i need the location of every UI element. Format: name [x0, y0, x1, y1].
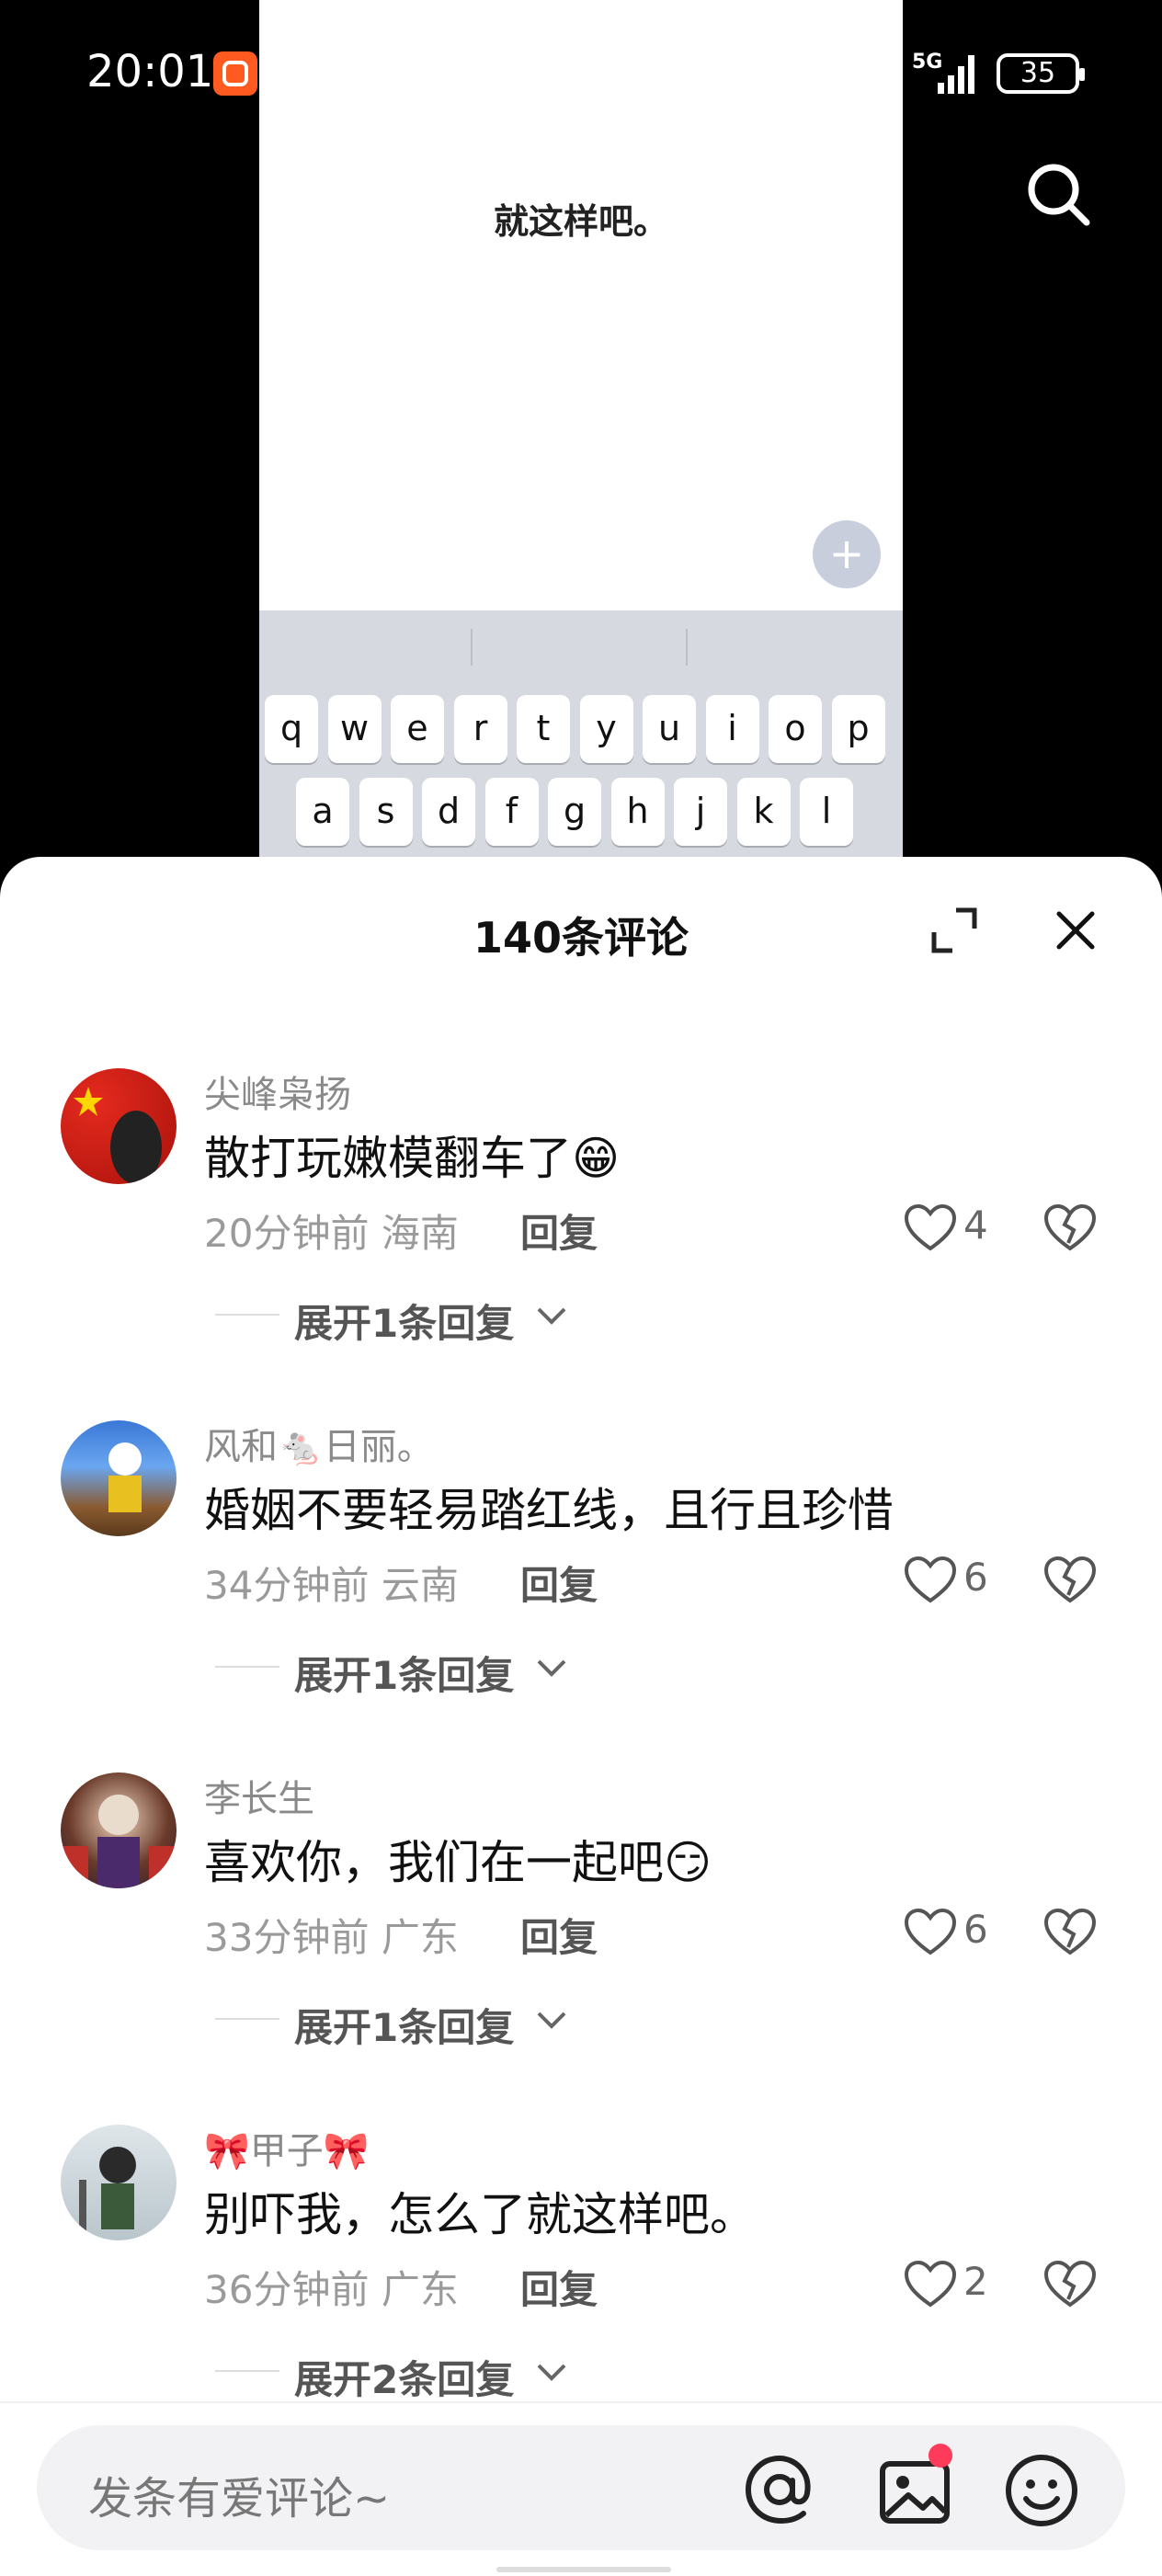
key-q[interactable]: q	[265, 695, 318, 763]
comment-input[interactable]: 发条有爱评论~	[37, 2425, 1125, 2550]
keyboard-divider	[686, 629, 688, 666]
heart-icon[interactable]	[903, 2259, 958, 2310]
heart-icon[interactable]	[903, 1203, 958, 1254]
comment-text: 散打玩嫩模翻车了😁	[204, 1132, 621, 1185]
comment-item: 李长生 喜欢你，我们在一起吧😏 33分钟前 广东 回复 6 展开1条回复	[0, 1756, 1162, 2087]
key-r[interactable]: r	[453, 695, 507, 763]
avatar[interactable]	[61, 1068, 177, 1184]
broken-heart-icon[interactable]	[1042, 1203, 1098, 1254]
expand-replies[interactable]: 展开2条回复	[294, 2349, 514, 2405]
key-s[interactable]: s	[359, 778, 413, 846]
reply-button[interactable]: 回复	[520, 1555, 598, 1611]
emoji-icon[interactable]	[1004, 2453, 1079, 2528]
avatar[interactable]	[61, 2125, 177, 2240]
comment-username[interactable]: 🎀甲子🎀	[204, 2121, 370, 2174]
broken-heart-icon[interactable]	[1042, 1907, 1098, 1958]
comment-time: 33分钟前	[204, 1915, 370, 1960]
comment-count-title: 140条评论	[473, 913, 689, 963]
comment-username[interactable]: 风和🐁日丽。	[204, 1417, 434, 1470]
comment-location: 广东	[381, 1915, 459, 1960]
chevron-down-icon[interactable]	[533, 1654, 570, 1681]
status-time: 20:01	[86, 46, 214, 97]
key-g[interactable]: g	[548, 778, 601, 846]
expand-replies[interactable]: 展开1条回复	[294, 1997, 514, 2053]
close-icon[interactable]	[1050, 905, 1101, 956]
key-y[interactable]: y	[579, 695, 633, 763]
divider	[215, 1314, 279, 1316]
comment-item: 尖峰枭扬 散打玩嫩模翻车了😁 20分钟前 海南 回复 4 展开1条回复	[0, 1052, 1162, 1383]
reply-button[interactable]: 回复	[520, 1907, 598, 1963]
at-icon[interactable]	[743, 2453, 816, 2526]
key-p[interactable]: p	[831, 695, 885, 763]
comment-sheet: 140条评论 尖峰枭扬 散打玩嫩模翻车了😁 20分钟前 海南 回复 4 展开1条…	[0, 857, 1162, 2574]
comment-location: 云南	[381, 1563, 459, 1608]
keyboard-divider	[471, 629, 473, 666]
divider	[215, 2370, 279, 2372]
comment-time: 34分钟前	[204, 1563, 370, 1608]
comment-meta: 33分钟前 广东	[204, 1907, 459, 1963]
key-i[interactable]: i	[705, 695, 759, 763]
expand-replies[interactable]: 展开1条回复	[294, 1645, 514, 1701]
key-j[interactable]: j	[674, 778, 727, 846]
key-o[interactable]: o	[769, 695, 822, 763]
like-count: 6	[963, 1555, 988, 1600]
comment-username[interactable]: 尖峰枭扬	[204, 1065, 351, 1118]
divider	[215, 2018, 279, 2020]
comment-input-placeholder: 发条有爱评论~	[88, 2473, 391, 2525]
comment-location: 广东	[381, 2267, 459, 2312]
battery-icon: 35	[997, 53, 1085, 94]
chevron-down-icon[interactable]	[533, 1302, 570, 1329]
preview-text: 就这样吧。	[493, 201, 668, 242]
search-icon[interactable]	[1024, 160, 1092, 228]
heart-icon[interactable]	[903, 1907, 958, 1958]
key-t[interactable]: t	[517, 695, 570, 763]
key-w[interactable]: w	[327, 695, 382, 763]
key-e[interactable]: e	[391, 695, 444, 763]
comment-item: 🎀甲子🎀 别吓我，怎么了就这样吧。 36分钟前 广东 回复 2 展开2条回复	[0, 2108, 1162, 2439]
signal-icon: 5G	[912, 51, 974, 94]
key-l[interactable]: l	[800, 778, 853, 846]
key-h[interactable]: h	[610, 778, 665, 846]
key-a[interactable]: a	[296, 778, 349, 846]
key-u[interactable]: u	[643, 695, 696, 763]
heart-icon[interactable]	[903, 1555, 958, 1606]
key-k[interactable]: k	[736, 778, 791, 846]
home-indicator	[496, 2567, 671, 2572]
app-icon	[213, 51, 257, 96]
avatar[interactable]	[61, 1420, 177, 1536]
comment-time: 36分钟前	[204, 2267, 370, 2312]
notification-dot	[928, 2444, 952, 2468]
comment-meta: 36分钟前 广东	[204, 2259, 459, 2315]
plus-icon[interactable]: +	[813, 520, 881, 588]
divider	[215, 1666, 279, 1668]
reply-button[interactable]: 回复	[520, 2259, 598, 2315]
like-count: 6	[963, 1907, 988, 1952]
comment-text: 别吓我，怎么了就这样吧。	[204, 2188, 756, 2241]
like-count: 2	[963, 2259, 988, 2304]
broken-heart-icon[interactable]	[1042, 2259, 1098, 2310]
comment-time: 20分钟前	[204, 1211, 370, 1256]
expand-replies[interactable]: 展开1条回复	[294, 1293, 514, 1349]
comment-username[interactable]: 李长生	[204, 1769, 314, 1822]
like-count: 4	[963, 1203, 988, 1248]
preview-panel: 就这样吧。 + qwertyuiop asdfghjkl	[259, 0, 903, 864]
network-label: 5G	[912, 51, 942, 74]
comment-text: 喜欢你，我们在一起吧😏	[204, 1836, 712, 1889]
key-f[interactable]: f	[484, 778, 539, 846]
comment-text: 婚姻不要轻易踏红线，且行且珍惜	[204, 1484, 894, 1537]
comment-location: 海南	[381, 1211, 459, 1256]
comment-input-bar: 发条有爱评论~	[0, 2401, 1162, 2576]
comment-item: 风和🐁日丽。 婚姻不要轻易踏红线，且行且珍惜 34分钟前 云南 回复 6 展开1…	[0, 1404, 1162, 1735]
chevron-down-icon[interactable]	[533, 2006, 570, 2034]
reply-button[interactable]: 回复	[520, 1203, 598, 1259]
broken-heart-icon[interactable]	[1042, 1555, 1098, 1606]
chevron-down-icon[interactable]	[533, 2358, 570, 2386]
comment-meta: 34分钟前 云南	[204, 1555, 459, 1611]
avatar[interactable]	[61, 1772, 177, 1888]
keyboard: qwertyuiop asdfghjkl	[259, 610, 903, 864]
comment-meta: 20分钟前 海南	[204, 1203, 459, 1259]
key-d[interactable]: d	[422, 778, 475, 846]
expand-icon[interactable]	[928, 905, 980, 956]
